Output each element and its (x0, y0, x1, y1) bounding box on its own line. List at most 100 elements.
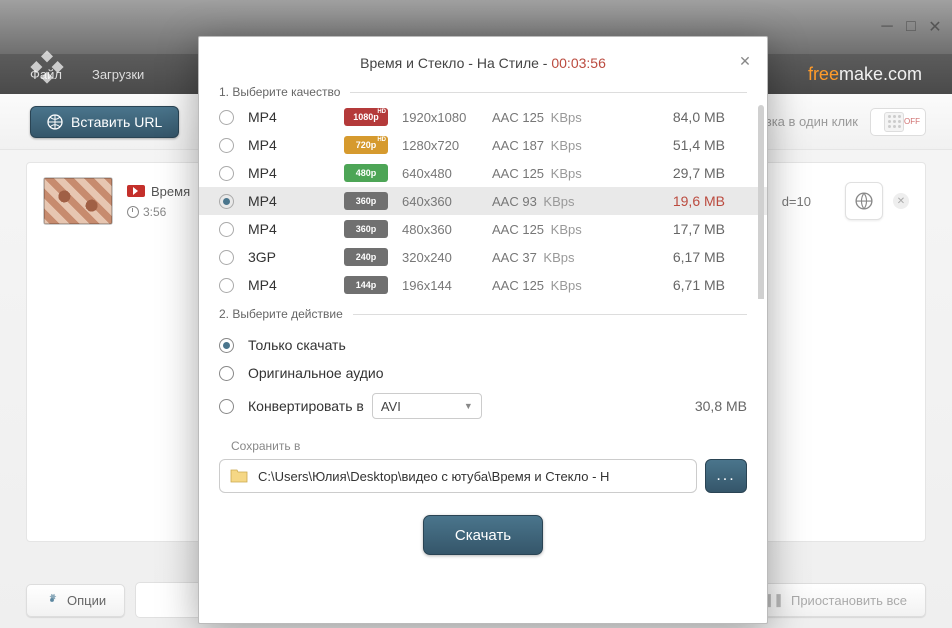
quality-badge: 480p (344, 164, 388, 182)
quality-row[interactable]: MP4 360p 640x360AAC 93 KBps 19,6 MB (199, 187, 767, 215)
minimize-button[interactable]: ─ (880, 20, 894, 34)
section2-text: 2. Выберите действие (219, 307, 343, 321)
quality-size: 17,7 MB (673, 221, 747, 237)
action-download-only[interactable]: Только скачать (219, 331, 747, 359)
quality-format: MP4 (248, 137, 318, 153)
save-path-field[interactable]: C:\Users\Юлия\Desktop\видео с ютуба\Врем… (219, 459, 697, 493)
section-action-label: 2. Выберите действие (199, 307, 767, 325)
radio-icon (219, 338, 234, 353)
globe-icon (47, 114, 63, 130)
item-remove-button[interactable]: ✕ (893, 193, 909, 209)
action-options: Только скачать Оригинальное аудио Конвер… (199, 325, 767, 427)
clock-icon (127, 206, 139, 218)
quality-list: MP41080pHD1920x1080AAC 125 KBps84,0 MBMP… (199, 103, 767, 299)
quality-size: 29,7 MB (673, 165, 747, 181)
action-convert-label: Конвертировать в (248, 398, 364, 414)
action-original-audio[interactable]: Оригинальное аудио (219, 359, 747, 387)
action-download-only-label: Только скачать (248, 337, 346, 353)
modal-title: Время и Стекло - На Стиле - 00:03:56 ✕ (199, 37, 767, 85)
one-click-hint: узка в один клик (759, 114, 858, 129)
radio-icon (219, 110, 234, 125)
brand-make: make (839, 64, 883, 84)
quality-badge: 720pHD (344, 136, 388, 154)
youtube-icon (127, 185, 145, 197)
action-original-audio-label: Оригинальное аудио (248, 365, 384, 381)
quality-size: 6,71 MB (673, 277, 747, 293)
app-window: ─ □ ✕ Файл Загрузки freemake.com Вставит… (0, 0, 952, 628)
modal-title-duration: 00:03:56 (551, 55, 606, 71)
close-button[interactable]: ✕ (928, 20, 942, 34)
quality-resolution: 1280x720 (402, 138, 492, 153)
convert-format-value: AVI (381, 399, 401, 414)
quality-format: MP4 (248, 109, 318, 125)
radio-icon (219, 194, 234, 209)
save-path-section: Сохранить в C:\Users\Юлия\Desktop\видео … (199, 427, 767, 493)
quality-format: 3GP (248, 249, 318, 265)
quality-row[interactable]: MP4144p196x144AAC 125 KBps6,71 MB (199, 271, 767, 299)
action-convert[interactable]: Конвертировать в AVI ▼ 30,8 MB (219, 387, 747, 425)
quality-bitrate: AAC 37 KBps (492, 250, 612, 265)
item-open-browser-button[interactable] (845, 182, 883, 220)
gear-icon (45, 593, 59, 607)
radio-icon (219, 366, 234, 381)
options-label: Опции (67, 593, 106, 608)
quality-resolution: 1920x1080 (402, 110, 492, 125)
modal-close-button[interactable]: ✕ (737, 53, 753, 69)
menu-downloads[interactable]: Загрузки (92, 67, 144, 82)
quality-badge: 240p (344, 248, 388, 266)
convert-size: 30,8 MB (695, 398, 747, 414)
quality-badge: 360p (344, 192, 388, 210)
brand-free: free (808, 64, 839, 84)
quality-format: MP4 (248, 165, 318, 181)
download-button[interactable]: Скачать (423, 515, 543, 555)
quality-bitrate: AAC 93 KBps (492, 194, 612, 209)
quality-badge: 360p (344, 220, 388, 238)
quality-row[interactable]: MP4720pHD1280x720AAC 187 KBps51,4 MB (199, 131, 767, 159)
quality-row[interactable]: MP41080pHD1920x1080AAC 125 KBps84,0 MB (199, 103, 767, 131)
browse-button[interactable]: ... (705, 459, 747, 493)
quality-resolution: 480x360 (402, 222, 492, 237)
quality-format: MP4 (248, 193, 318, 209)
divider (353, 314, 747, 315)
section-quality-label: 1. Выберите качество (199, 85, 767, 103)
divider (350, 92, 747, 93)
options-button[interactable]: Опции (26, 584, 125, 617)
quality-format: MP4 (248, 221, 318, 237)
pause-all-button[interactable]: ❚❚ Приостановить все (744, 583, 926, 617)
paste-url-button[interactable]: Вставить URL (30, 106, 179, 138)
item-title: Время (151, 184, 190, 199)
app-logo-icon (30, 50, 64, 84)
one-click-switch[interactable]: OFF (870, 108, 926, 136)
quality-resolution: 196x144 (402, 278, 492, 293)
radio-icon (219, 166, 234, 181)
quality-size: 19,6 MB (673, 193, 747, 209)
brand-label: freemake.com (808, 64, 922, 85)
quality-modal: Время и Стекло - На Стиле - 00:03:56 ✕ 1… (198, 36, 768, 624)
switch-off-label: OFF (904, 117, 920, 126)
video-thumbnail (43, 177, 113, 225)
quality-bitrate: AAC 125 KBps (492, 166, 612, 181)
maximize-button[interactable]: □ (904, 20, 918, 34)
radio-icon (219, 138, 234, 153)
brand-domain: .com (883, 64, 922, 84)
quality-resolution: 640x360 (402, 194, 492, 209)
radio-icon (219, 250, 234, 265)
radio-icon (219, 399, 234, 414)
save-path-value: C:\Users\Юлия\Desktop\видео с ютуба\Врем… (258, 469, 609, 484)
quality-bitrate: AAC 125 KBps (492, 222, 612, 237)
quality-row[interactable]: 3GP240p320x240AAC 37 KBps6,17 MB (199, 243, 767, 271)
globe-icon (855, 192, 873, 210)
switch-handle-icon (884, 112, 904, 132)
scrollbar[interactable] (758, 105, 764, 299)
quality-row[interactable]: MP4480p640x480AAC 125 KBps29,7 MB (199, 159, 767, 187)
quality-format: MP4 (248, 277, 318, 293)
chevron-down-icon: ▼ (464, 401, 473, 411)
item-meta: Время 3:56 (127, 184, 190, 219)
item-tail-text: d=10 (782, 194, 811, 209)
folder-icon (230, 469, 248, 483)
convert-format-select[interactable]: AVI ▼ (372, 393, 482, 419)
radio-icon (219, 222, 234, 237)
quality-row[interactable]: MP4 360p 480x360AAC 125 KBps 17,7 MB (199, 215, 767, 243)
quality-bitrate: AAC 187 KBps (492, 138, 612, 153)
paste-url-label: Вставить URL (71, 114, 162, 130)
